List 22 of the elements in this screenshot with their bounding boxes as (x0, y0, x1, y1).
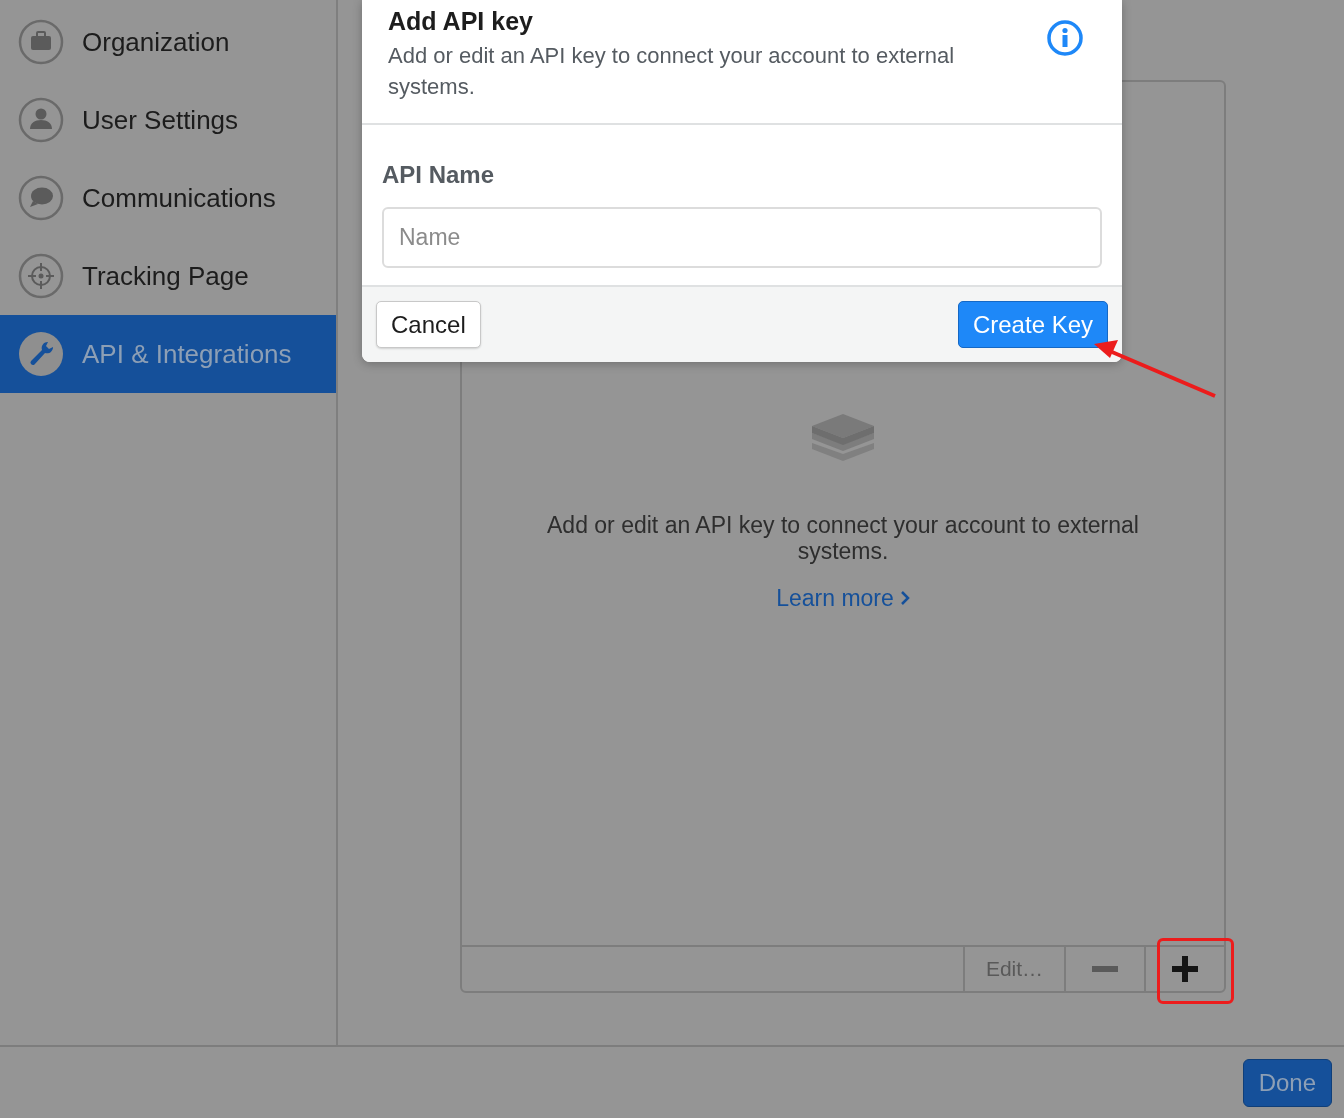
empty-state-message: Add or edit an API key to connect your account to external systems. (546, 512, 1140, 565)
cancel-button[interactable]: Cancel (376, 301, 481, 348)
sidebar-item[interactable]: API & Integrations (0, 315, 336, 393)
plus-icon (1172, 956, 1198, 982)
person-icon (18, 97, 64, 143)
info-icon[interactable] (1046, 19, 1084, 57)
field-label: API Name (382, 160, 496, 190)
briefcase-icon (18, 19, 64, 65)
crosshair-icon (18, 253, 64, 299)
sidebar-item[interactable]: Communications (0, 159, 336, 237)
sidebar-item[interactable]: Tracking Page (0, 237, 336, 315)
create-key-button[interactable]: Create Key (957, 301, 1108, 348)
chevron-right-icon (899, 590, 910, 607)
dialog-description: Add or edit an API key to connect your account to external systems. (388, 42, 956, 101)
sidebar-item[interactable]: User Settings (0, 81, 336, 159)
sidebar-item[interactable]: Organization (0, 3, 336, 81)
dialog-title: Add API key (388, 6, 534, 36)
api-name-input[interactable]: Name (382, 207, 1102, 268)
wrench-icon (18, 331, 64, 377)
done-button[interactable]: Done (1242, 1058, 1332, 1107)
minus-icon (1092, 966, 1118, 972)
speech-bubble-icon (18, 175, 64, 221)
